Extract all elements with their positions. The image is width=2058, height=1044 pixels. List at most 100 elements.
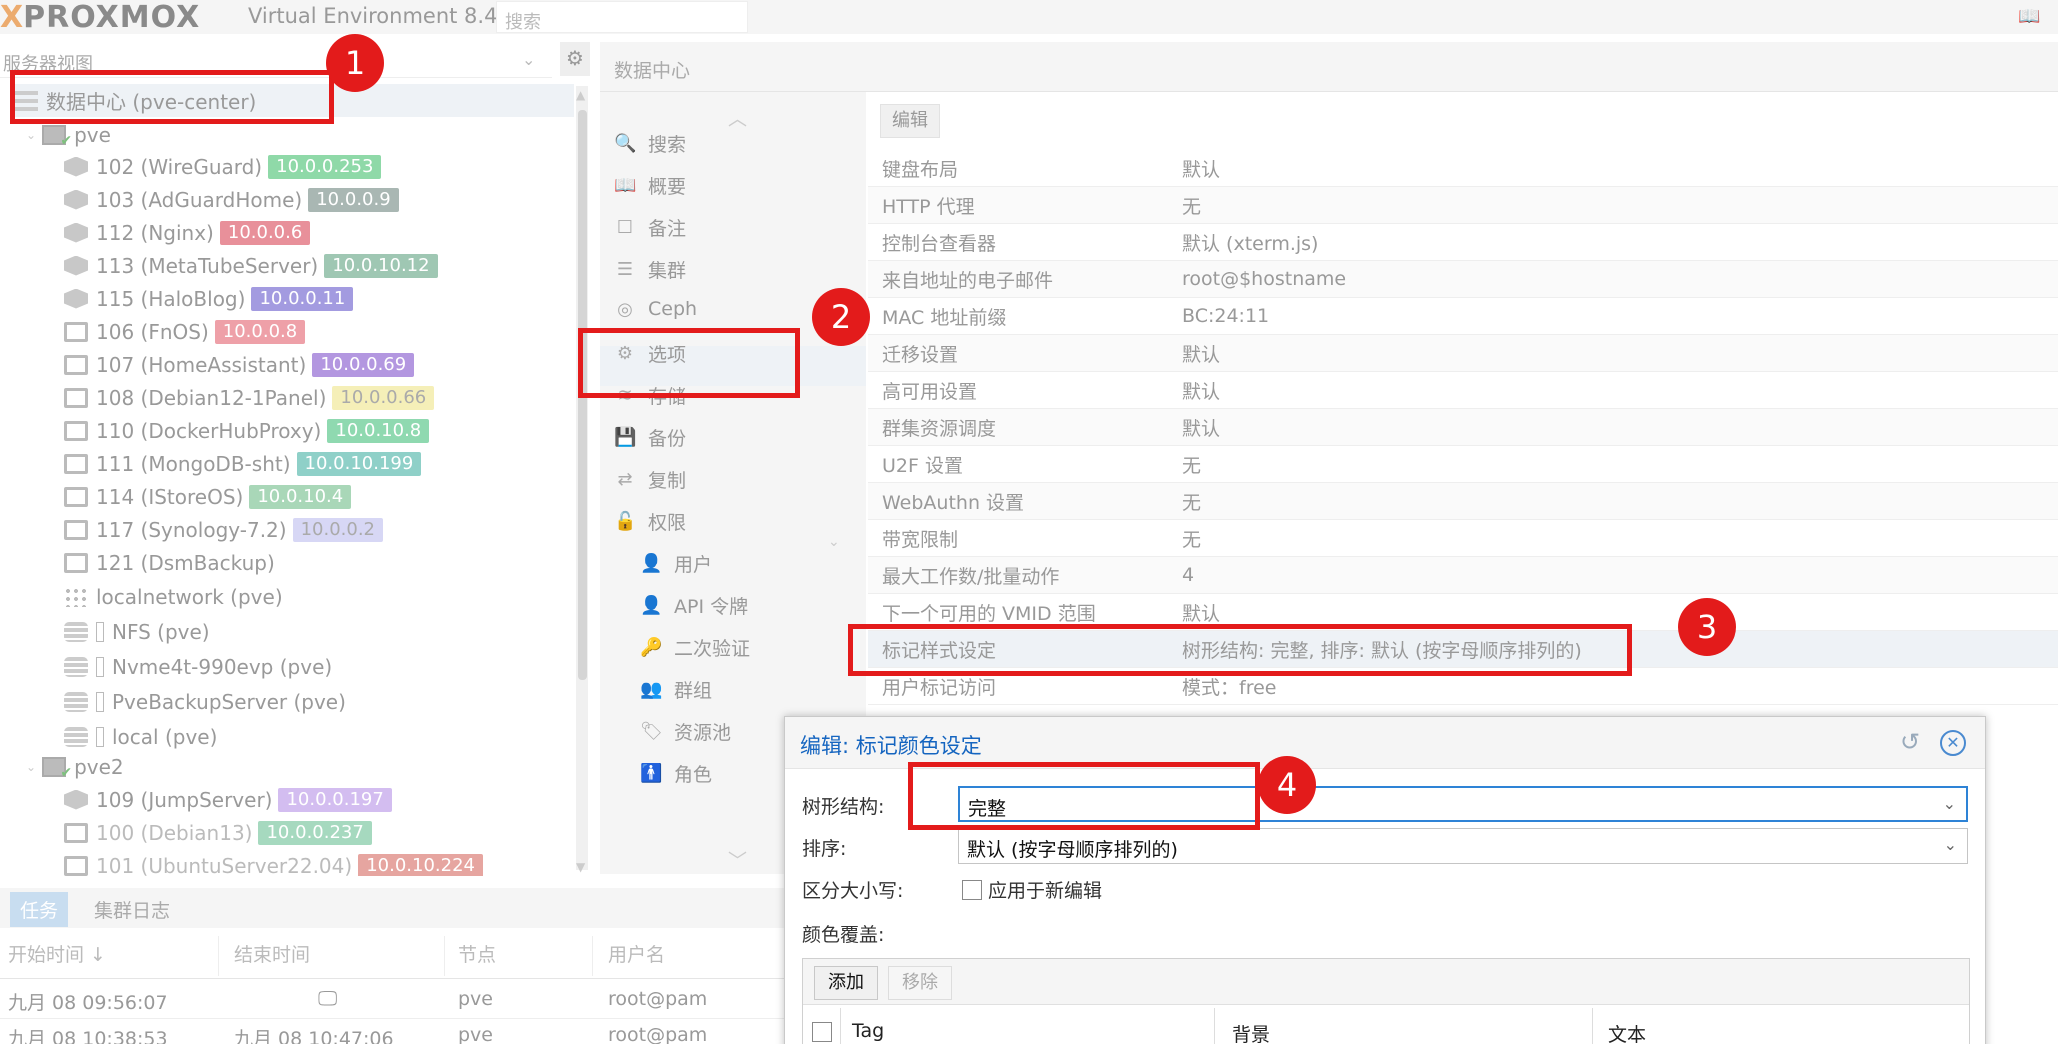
collapse-caret-icon[interactable]: ⌄ [828, 534, 840, 550]
tree-item[interactable]: 106 (FnOS) 10.0.0.8 [64, 315, 634, 348]
tree-item[interactable]: 113 (MetaTubeServer) 10.0.10.12 [64, 249, 634, 282]
dialog-title: 编辑: 标记颜色设定 [800, 734, 982, 758]
tree-node-pve2[interactable]: ⌄ pve2 [26, 750, 596, 783]
tree-item[interactable]: 117 (Synology-7.2) 10.0.0.2 [64, 513, 634, 546]
nav-item[interactable]: 🏷 资源池 [640, 718, 731, 745]
add-button[interactable]: 添加 [814, 966, 878, 1000]
chevron-down-icon[interactable]: ⌄ [1943, 794, 1956, 813]
tree-item[interactable]: 108 (Debian12-1Panel) 10.0.0.66 [64, 381, 634, 414]
column-divider [1214, 1008, 1215, 1044]
tree-item[interactable]: 100 (Debian13) 10.0.0.237 [64, 816, 634, 849]
tree-item[interactable]: 102 (WireGuard) 10.0.0.253 [64, 150, 634, 183]
tree-item-label: 115 (HaloBlog) [96, 286, 246, 311]
nav-item[interactable]: 👤 API 令牌 [640, 592, 748, 619]
nav-item[interactable]: 🔑 二次验证 [640, 634, 750, 661]
nav-item[interactable]: 🔓 权限 [614, 508, 686, 535]
tree-item[interactable]: local (pve) [64, 720, 634, 753]
nav-item[interactable]: 👥 群组 [640, 676, 712, 703]
tree-item[interactable]: Nvme4t-990evp (pve) [64, 650, 634, 683]
option-row[interactable]: 高可用设置 默认 [868, 372, 2058, 409]
tree-item[interactable]: 103 (AdGuardHome) 10.0.0.9 [64, 183, 634, 216]
nav-item[interactable]: ◎ Ceph [614, 298, 697, 320]
tree-item[interactable]: NFS (pve) [64, 615, 634, 648]
tree-item[interactable]: localnetwork (pve) [64, 580, 634, 613]
tree-item-label: NFS (pve) [112, 619, 210, 644]
reset-icon[interactable]: ↺ [1900, 728, 1920, 756]
tree-item[interactable]: 112 (Nginx) 10.0.0.6 [64, 216, 634, 249]
chevron-down-icon[interactable]: ⌄ [1944, 835, 1957, 854]
option-value: 默认 (xterm.js) [1182, 232, 1319, 255]
option-row[interactable]: MAC 地址前缀 BC:24:11 [868, 298, 2058, 335]
tree-item[interactable]: 107 (HomeAssistant) 10.0.0.69 [64, 348, 634, 381]
column-divider [592, 936, 593, 976]
column-header-background[interactable]: 背景 [1232, 1020, 1270, 1044]
option-row[interactable]: 最大工作数/批量动作 4 [868, 557, 2058, 594]
option-row[interactable]: HTTP 代理 无 [868, 187, 2058, 224]
tree-item-label: 103 (AdGuardHome) [96, 187, 303, 212]
ceph-icon: ◎ [617, 298, 633, 320]
tab-tasks[interactable]: 任务 [10, 892, 69, 927]
tree-item[interactable]: 115 (HaloBlog) 10.0.0.11 [64, 282, 634, 315]
storage-status-icon [96, 621, 104, 642]
apply-new-edit-checkbox[interactable] [962, 880, 982, 900]
vm-running-icon [64, 519, 88, 540]
nav-item[interactable]: ☐ 备注 [614, 214, 686, 241]
sort-combobox[interactable]: 默认 (按字母顺序排列的) ⌄ [958, 828, 1968, 864]
tree-item[interactable]: 109 (JumpServer) 10.0.0.197 [64, 783, 634, 816]
option-row[interactable]: WebAuthn 设置 无 [868, 483, 2058, 520]
caret-down-icon[interactable]: ⌄ [26, 760, 36, 774]
nav-item[interactable]: 👤 用户 [640, 550, 712, 577]
tree-item[interactable]: 111 (MongoDB-sht) 10.0.10.199 [64, 447, 634, 480]
color-override-label: 颜色覆盖: [802, 924, 885, 946]
option-row[interactable]: 控制台查看器 默认 (xterm.js) [868, 224, 2058, 261]
tree-shape-label: 树形结构: [802, 796, 885, 818]
caret-down-icon[interactable]: ⌄ [26, 128, 36, 142]
male-icon: 🚹 [640, 763, 663, 784]
nav-item[interactable]: 📖 概要 [614, 172, 686, 199]
option-row[interactable]: 键盘布局 默认 [868, 150, 2058, 187]
scroll-down-arrow-icon[interactable]: ▼ [576, 860, 585, 874]
option-row[interactable]: 群集资源调度 默认 [868, 409, 2058, 446]
tree-node-label: pve [74, 122, 111, 147]
option-value: 无 [1182, 491, 1202, 514]
column-header-node[interactable]: 节点 [458, 940, 496, 967]
storage-icon [64, 621, 88, 642]
chevron-up-icon[interactable]: ︿ [728, 104, 747, 131]
tree-item[interactable]: 110 (DockerHubProxy) 10.0.10.8 [64, 414, 634, 447]
column-header-user[interactable]: 用户名 [608, 940, 665, 967]
tree-item[interactable]: PveBackupServer (pve) [64, 685, 634, 718]
tree-item[interactable]: 121 (DsmBackup) [64, 546, 634, 579]
option-row[interactable]: 迁移设置 默认 [868, 335, 2058, 372]
option-row[interactable]: U2F 设置 无 [868, 446, 2058, 483]
chevron-down-icon[interactable]: ⌄ [522, 50, 535, 69]
tab-cluster-log[interactable]: 集群日志 [94, 896, 170, 923]
option-row[interactable]: 带宽限制 无 [868, 520, 2058, 557]
book-icon[interactable]: 📖 [2018, 6, 2040, 27]
select-all-checkbox[interactable] [812, 1022, 832, 1042]
column-header-text[interactable]: 文本 [1608, 1020, 1646, 1044]
tree-item[interactable]: 114 (IStoreOS) 10.0.10.4 [64, 480, 634, 513]
nav-item[interactable]: 💾 备份 [614, 424, 686, 451]
console-icon[interactable]: 🖵 [318, 986, 337, 1010]
vm-running-icon [64, 387, 88, 408]
scroll-up-arrow-icon[interactable]: ▲ [576, 88, 585, 102]
nav-item[interactable]: 🚹 角色 [640, 760, 712, 787]
column-header-start-time[interactable]: 开始时间 ↓ [8, 940, 106, 967]
global-search-input[interactable]: 搜索 [496, 1, 748, 33]
nav-item[interactable]: 🔍 搜索 [614, 130, 686, 157]
tree-item-label: localnetwork (pve) [96, 584, 283, 609]
edit-button[interactable]: 编辑 [880, 104, 940, 138]
remove-button[interactable]: 移除 [888, 966, 952, 1000]
apply-new-edit-label[interactable]: 应用于新编辑 [988, 876, 1102, 903]
tree-item-label: PveBackupServer (pve) [112, 689, 346, 714]
close-icon[interactable]: ✕ [1940, 730, 1966, 756]
column-header-tag[interactable]: Tag [852, 1020, 884, 1042]
ip-tag: 10.0.10.224 [358, 853, 483, 878]
column-header-end-time[interactable]: 结束时间 [234, 940, 310, 967]
nav-item[interactable]: ☰ 集群 [614, 256, 686, 283]
option-row[interactable]: 来自地址的电子邮件 root@$hostname [868, 261, 2058, 298]
tree-settings-gear-icon[interactable]: ⚙ [560, 42, 590, 76]
chevron-down-icon[interactable]: ﹀ [728, 846, 747, 873]
network-icon [64, 586, 88, 607]
nav-item[interactable]: ⇄ 复制 [614, 466, 686, 493]
